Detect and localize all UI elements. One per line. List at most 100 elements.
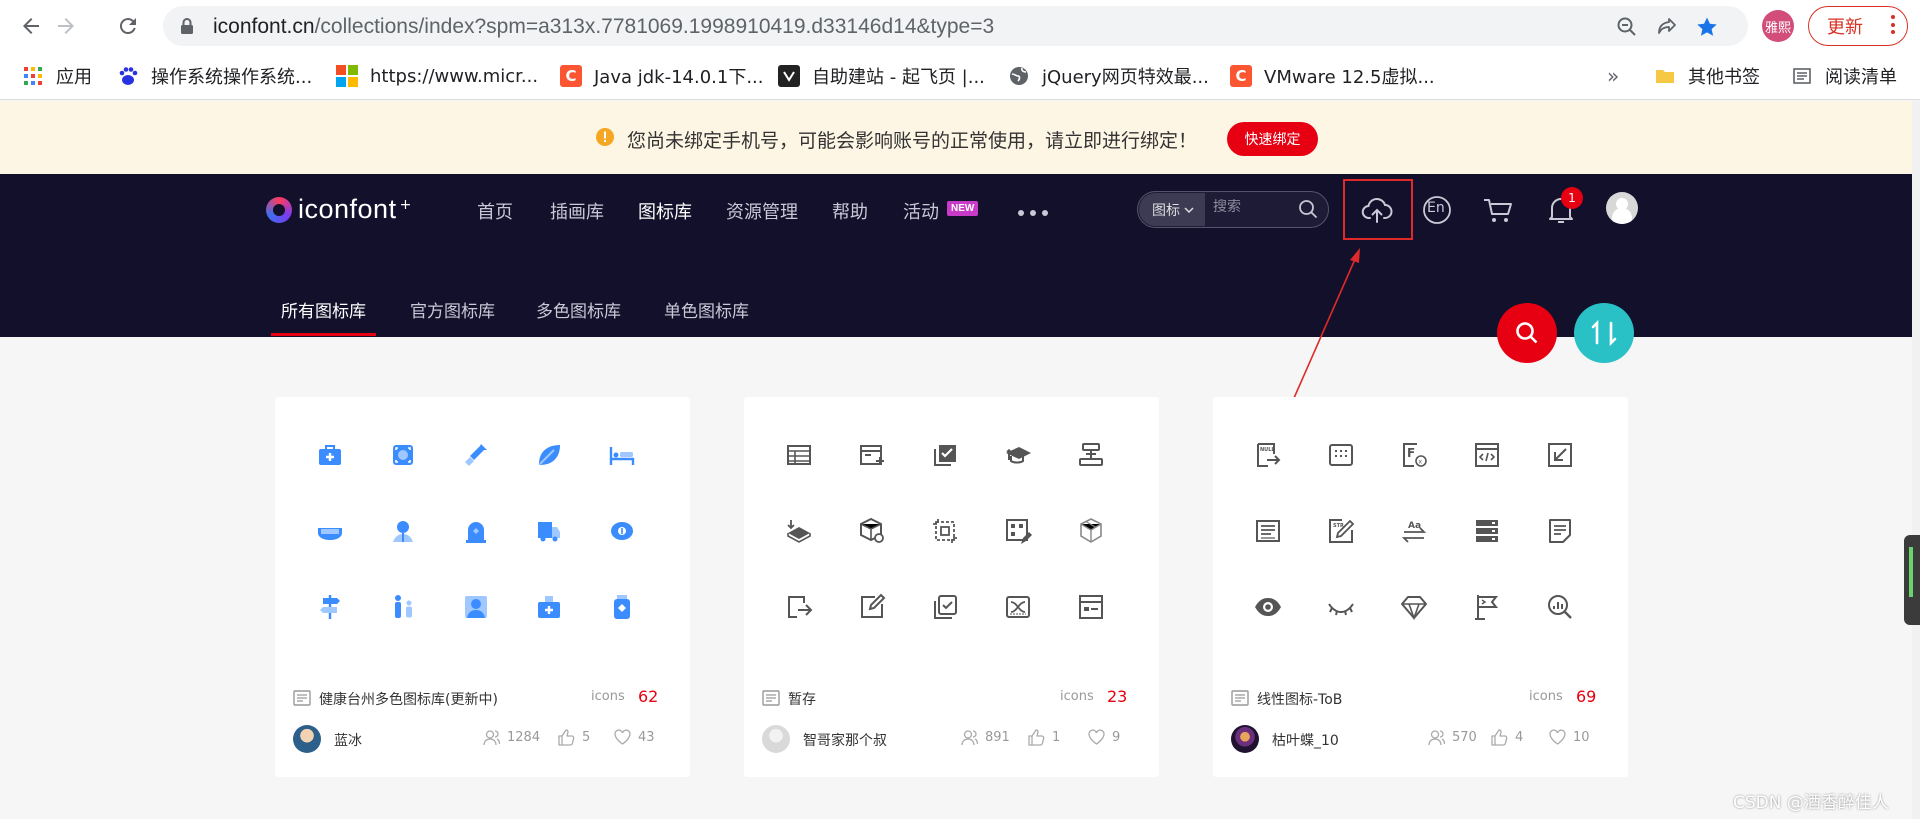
shuffle-box-icon[interactable] <box>981 589 1054 625</box>
align-center-icon[interactable] <box>1054 437 1127 473</box>
tooth-icon[interactable] <box>366 513 439 549</box>
user-avatar[interactable] <box>1606 192 1638 224</box>
ambulance-icon[interactable] <box>512 513 585 549</box>
zoom-out-icon[interactable] <box>1615 15 1639 39</box>
bookmark-vmware[interactable]: C VMware 12.5虚拟... <box>1230 64 1435 88</box>
user-portrait-icon[interactable] <box>439 589 512 625</box>
collection-name[interactable]: 健康台州多色图标库(更新中) <box>319 689 498 709</box>
likes-stat[interactable]: 1 <box>1028 729 1060 746</box>
language-button[interactable]: En <box>1417 190 1457 230</box>
collection-card[interactable]: 健康台州多色图标库(更新中) icons 62 蓝冰 1284 5 43 <box>275 397 690 777</box>
card-add-icon[interactable] <box>835 437 908 473</box>
reload-button[interactable] <box>110 8 146 44</box>
cube-outline-icon[interactable] <box>1054 513 1127 549</box>
medicine-bottle-icon[interactable] <box>585 589 658 625</box>
bookmarks-overflow-button[interactable]: » <box>1607 64 1619 88</box>
search-type-select[interactable]: 图标 <box>1139 193 1205 226</box>
file-export-icon[interactable] <box>762 589 835 625</box>
bookmark-baidu[interactable]: 操作系统操作系统... <box>117 64 312 88</box>
cart-button[interactable] <box>1478 190 1518 230</box>
cube-settings-icon[interactable] <box>835 513 908 549</box>
likes-stat[interactable]: 4 <box>1491 729 1523 746</box>
share-icon[interactable] <box>1655 15 1679 39</box>
nav-more-icon[interactable] <box>1018 210 1048 216</box>
flag-icon[interactable] <box>1450 589 1523 625</box>
collection-name[interactable]: 暂存 <box>788 689 816 709</box>
document-icon[interactable] <box>1523 513 1596 549</box>
author-name[interactable]: 蓝冰 <box>334 730 362 750</box>
nav-resource-manage[interactable]: 资源管理 <box>726 198 798 224</box>
search-icon[interactable] <box>1298 199 1318 219</box>
bookmark-apps[interactable]: 应用 <box>22 64 92 88</box>
eye-closed-icon[interactable] <box>1304 589 1377 625</box>
quick-bind-button[interactable]: 快速绑定 <box>1227 122 1318 156</box>
qr-edit-icon[interactable] <box>981 513 1054 549</box>
url-text[interactable]: iconfont.cn/collections/index?spm=a313x.… <box>213 15 994 39</box>
crop-icon[interactable] <box>908 513 981 549</box>
tombstone-icon[interactable] <box>439 513 512 549</box>
bookmark-microsoft[interactable]: https://www.micr... <box>336 64 538 88</box>
favorites-stat[interactable]: 9 <box>1088 729 1120 745</box>
text-edit-icon[interactable]: STR <box>1304 513 1377 549</box>
author-name[interactable]: 智哥家那个叔 <box>803 730 887 750</box>
edit-box-icon[interactable] <box>835 589 908 625</box>
profile-avatar[interactable]: 雅熙 <box>1762 10 1794 42</box>
translate-icon[interactable]: Aa <box>1377 513 1450 549</box>
forward-button[interactable] <box>48 8 84 44</box>
medicine-box-icon[interactable] <box>512 589 585 625</box>
signpost-icon[interactable] <box>293 589 366 625</box>
form-panel-icon[interactable] <box>1054 589 1127 625</box>
search-input[interactable] <box>1213 199 1293 215</box>
medical-kit-icon[interactable] <box>293 437 366 473</box>
layers-down-icon[interactable] <box>762 513 835 549</box>
nav-icon-library[interactable]: 图标库 <box>638 198 692 224</box>
null-export-icon[interactable]: NULL <box>1231 437 1304 473</box>
likes-stat[interactable]: 5 <box>558 729 590 746</box>
floating-search-button[interactable] <box>1497 303 1557 363</box>
bookmark-folder-other[interactable]: 其他书签 <box>1654 64 1760 88</box>
reading-list-button[interactable]: 阅读清单 <box>1791 64 1897 88</box>
author-avatar[interactable] <box>1231 725 1259 753</box>
author-avatar[interactable] <box>762 725 790 753</box>
author-name[interactable]: 枯叶蝶_10 <box>1272 730 1339 750</box>
function-icon[interactable]: Fx <box>1377 437 1450 473</box>
syringe-icon[interactable] <box>439 437 512 473</box>
collection-name[interactable]: 线性图标-ToB <box>1257 689 1342 709</box>
diamond-icon[interactable] <box>1377 589 1450 625</box>
author-avatar[interactable] <box>293 725 321 753</box>
table-layout-icon[interactable] <box>762 437 835 473</box>
address-bar[interactable]: iconfont.cn/collections/index?spm=a313x.… <box>163 6 1748 46</box>
floating-sort-button[interactable] <box>1574 303 1634 363</box>
checkbox-icon[interactable] <box>908 437 981 473</box>
check-badge-icon[interactable] <box>908 589 981 625</box>
arrow-down-left-icon[interactable] <box>1523 437 1596 473</box>
bookmark-java-jdk[interactable]: C Java jdk-14.0.1下... <box>560 64 764 88</box>
side-widget[interactable] <box>1904 535 1920 625</box>
update-button[interactable]: 更新 <box>1808 6 1908 46</box>
eye-icon[interactable] <box>1231 589 1304 625</box>
nav-home[interactable]: 首页 <box>477 198 513 224</box>
bookmark-star-icon[interactable] <box>1695 15 1719 39</box>
keyboard-icon[interactable] <box>1304 437 1377 473</box>
parent-child-icon[interactable] <box>366 589 439 625</box>
leaf-icon[interactable] <box>512 437 585 473</box>
favorites-stat[interactable]: 10 <box>1549 729 1590 745</box>
piggy-bank-icon[interactable] <box>585 513 658 549</box>
tab-mono-libraries[interactable]: 单色图标库 <box>664 297 749 322</box>
site-logo[interactable]: iconfont + <box>266 194 411 225</box>
scan-frame-icon[interactable] <box>366 437 439 473</box>
analytics-search-icon[interactable] <box>1523 589 1596 625</box>
tab-multicolor-libraries[interactable]: 多色图标库 <box>536 297 621 322</box>
tab-all-libraries[interactable]: 所有图标库 <box>281 297 366 322</box>
tab-official-libraries[interactable]: 官方图标库 <box>410 297 495 322</box>
bookmark-jquery[interactable]: jQuery网页特效最... <box>1008 64 1209 88</box>
back-button[interactable] <box>13 8 49 44</box>
nav-illustrations[interactable]: 插画库 <box>550 198 604 224</box>
server-icon[interactable] <box>1450 513 1523 549</box>
mask-icon[interactable] <box>293 513 366 549</box>
text-block-icon[interactable] <box>1231 513 1304 549</box>
graduation-cap-icon[interactable] <box>981 437 1054 473</box>
nav-activity[interactable]: 活动 <box>903 198 939 224</box>
collection-card[interactable]: 暂存 icons 23 智哥家那个叔 891 1 9 <box>744 397 1159 777</box>
hospital-bed-icon[interactable] <box>585 437 658 473</box>
